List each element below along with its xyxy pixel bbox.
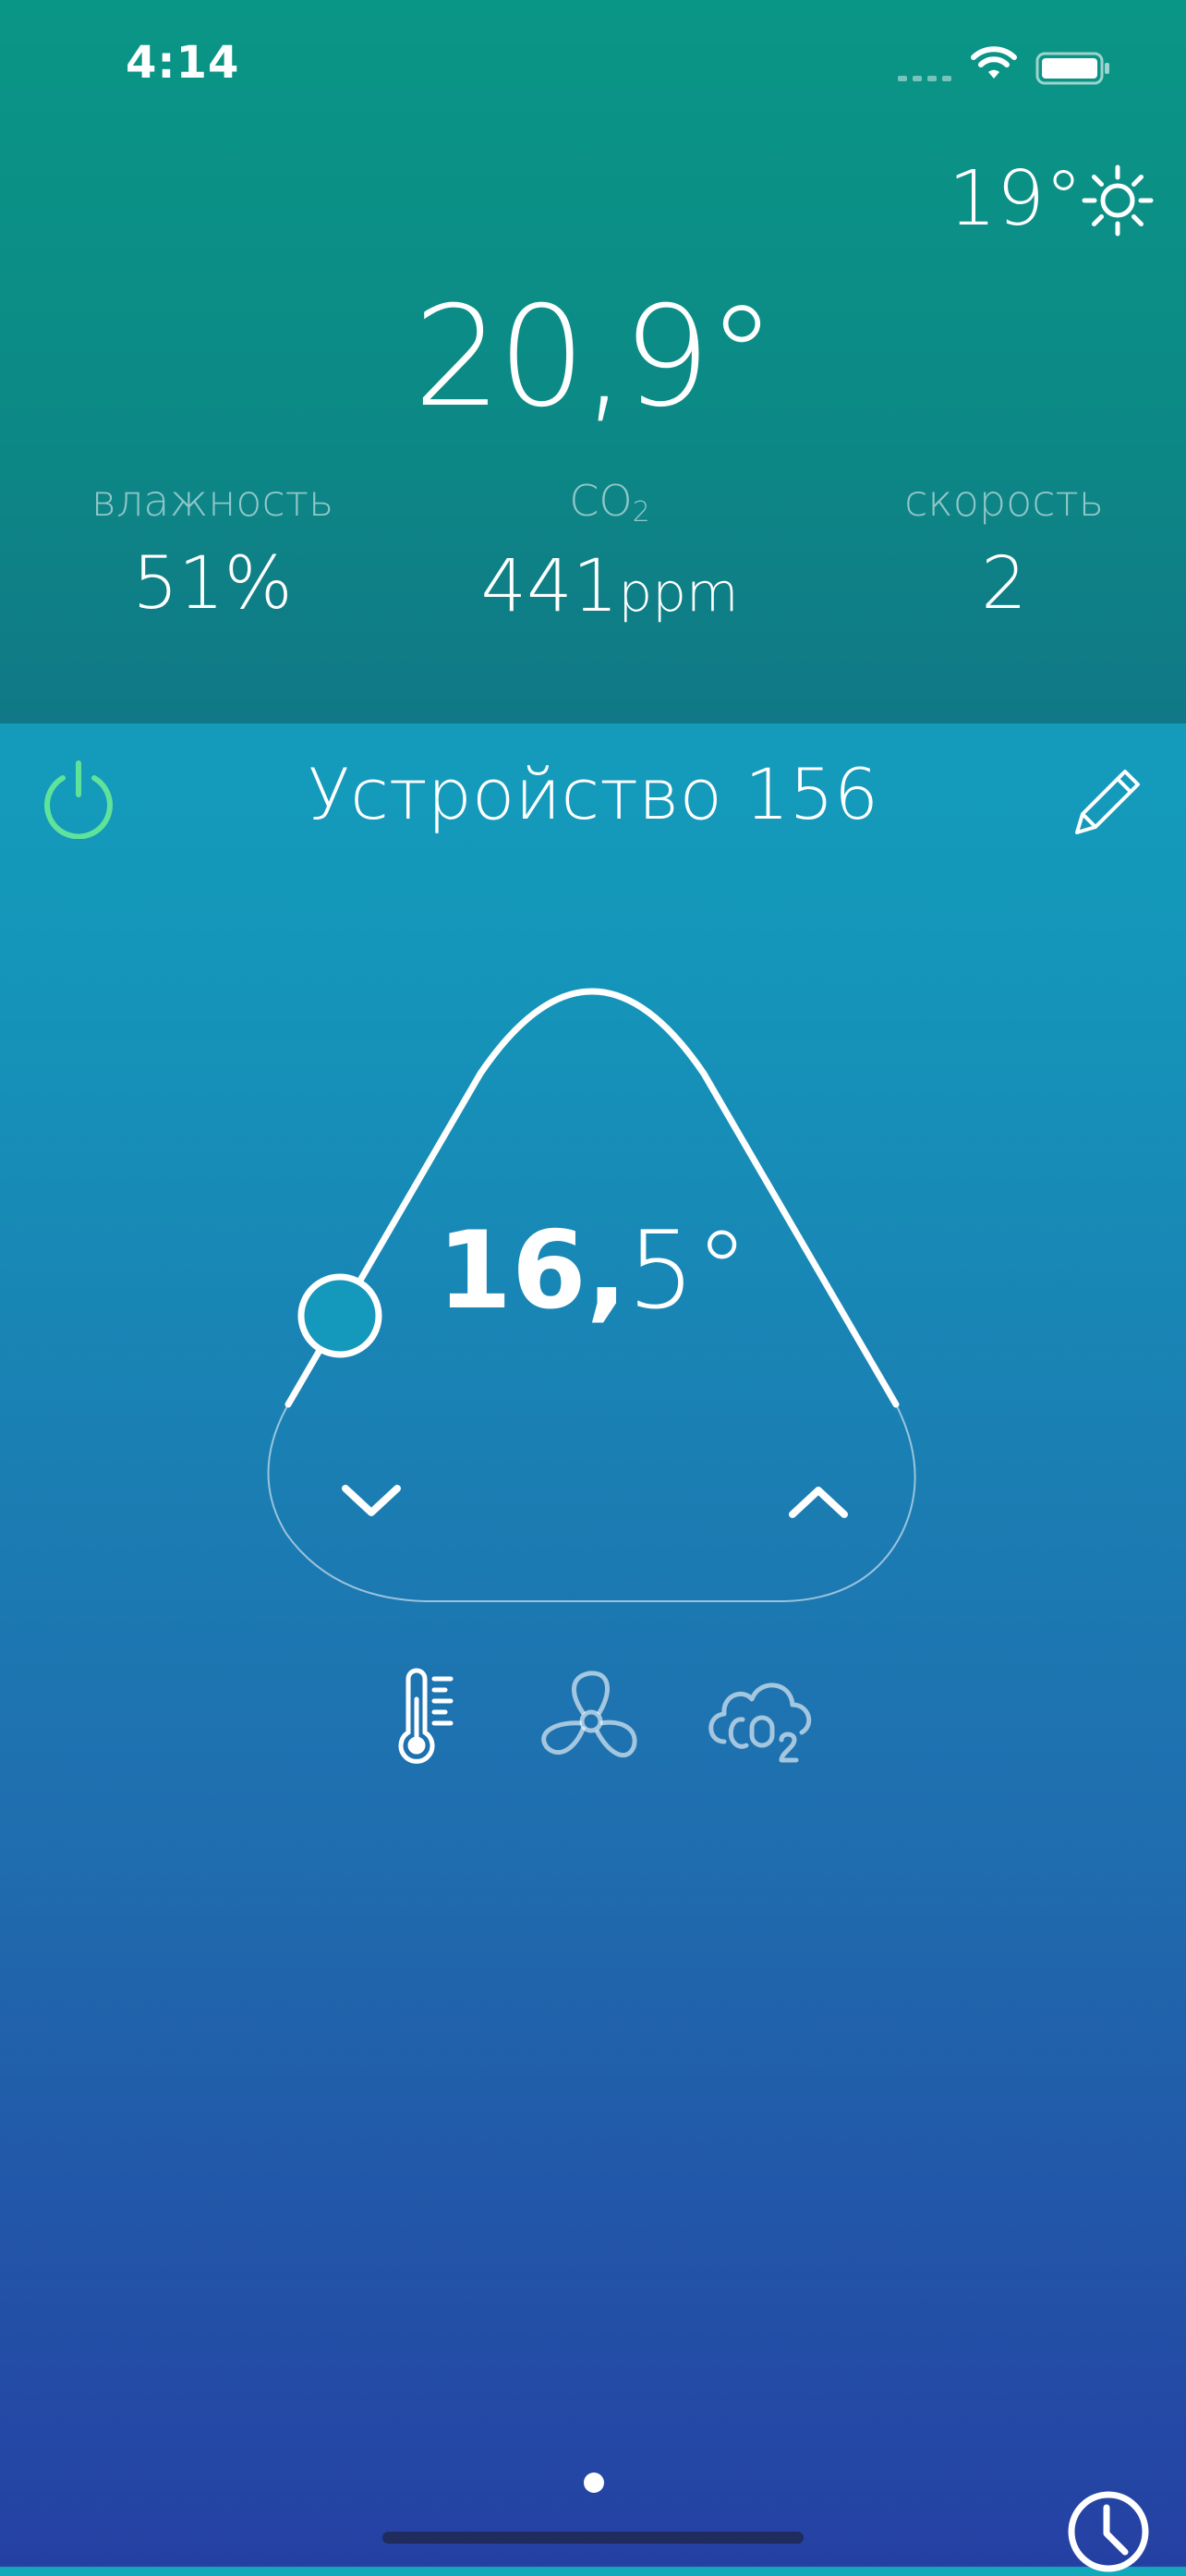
setpoint-temperature: 16,5°: [437, 1209, 749, 1333]
decrease-button[interactable]: [334, 1474, 408, 1529]
home-indicator[interactable]: [382, 2532, 804, 2544]
humidity-value: 51%: [132, 542, 293, 626]
wifi-icon: [971, 46, 1017, 79]
co2-unit: ppm: [618, 561, 739, 624]
co2-value: 441ppm: [480, 545, 739, 628]
chevron-down-icon: [342, 1485, 401, 1516]
battery-icon: [1035, 52, 1109, 85]
speed-value: 2: [981, 542, 1027, 626]
co2-metric: CO2 441ppm: [462, 476, 757, 628]
humidity-label: влажность: [91, 476, 334, 526]
status-time: 4:14: [126, 37, 240, 89]
co2-label: CO2: [569, 476, 650, 529]
outdoor-temperature: 19°: [948, 155, 1083, 243]
chevron-up-icon: [789, 1487, 848, 1518]
humidity-metric: влажность 51%: [65, 476, 360, 626]
increase-button[interactable]: [781, 1474, 855, 1529]
speed-label: скорость: [904, 476, 1104, 526]
indoor-temperature: 20,9°: [413, 277, 777, 438]
speed-metric: скорость 2: [856, 476, 1152, 626]
device-name: Устройство 156: [307, 753, 879, 835]
edit-pencil-icon[interactable]: [1070, 762, 1147, 840]
clock-icon[interactable]: [1064, 2487, 1153, 2576]
sun-icon: [1082, 164, 1154, 237]
page-indicator-dot[interactable]: [584, 2473, 604, 2493]
co2-cloud-icon[interactable]: [706, 1668, 817, 1769]
cellular-signal-icon: [898, 76, 951, 81]
fan-icon[interactable]: [538, 1668, 645, 1769]
thermometer-icon[interactable]: [388, 1668, 462, 1769]
